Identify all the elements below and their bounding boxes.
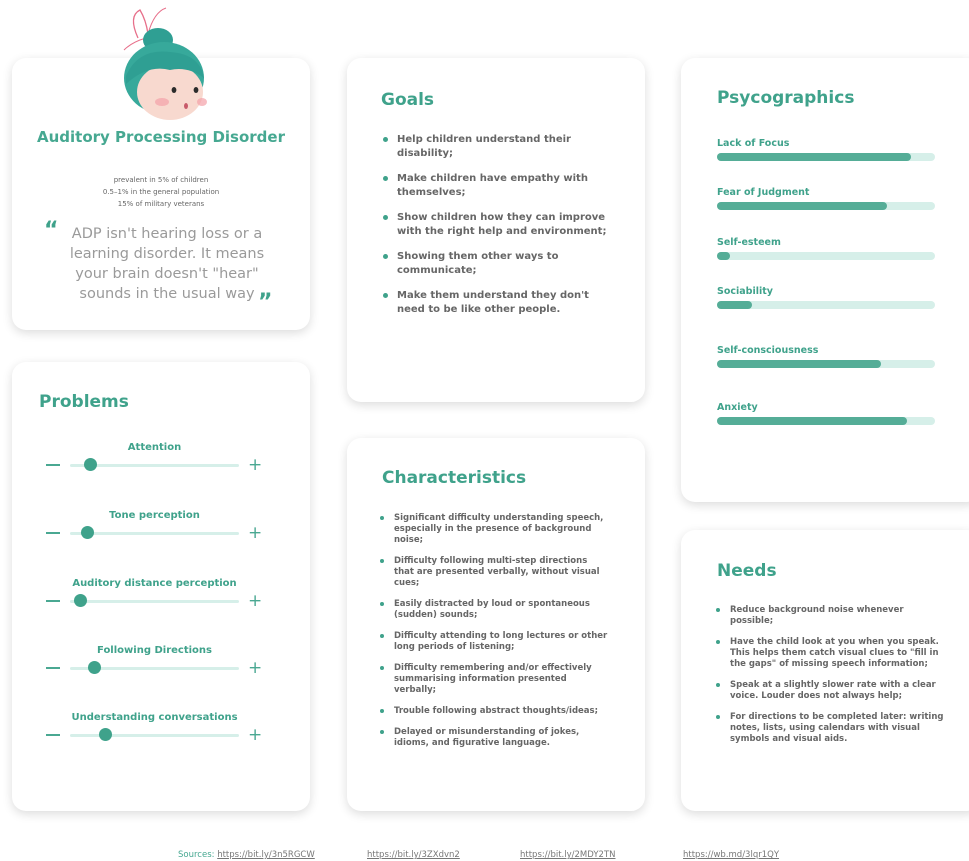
slider-label: Understanding conversations (71, 712, 238, 723)
slider-knob[interactable] (99, 728, 113, 741)
problem-slider[interactable]: Auditory distance perception + (42, 578, 262, 628)
psycographic-bar: Self-esteem (717, 237, 935, 260)
slider-label: Auditory distance perception (72, 578, 237, 589)
plus-icon[interactable]: + (248, 525, 262, 542)
source-link-4[interactable]: https://wb.md/3lqr1QY (683, 850, 779, 860)
problems-card: Problems Attention + Tone perception + Audit… (12, 362, 310, 811)
minus-icon[interactable] (46, 532, 60, 534)
source-link-3[interactable]: https://bit.ly/2MDY2TN (520, 850, 616, 860)
characteristic-item: Trouble following abstract thoughts/idea… (380, 706, 610, 717)
slider-label: Tone perception (109, 510, 200, 521)
bar-fill (717, 153, 912, 161)
needs-title: Needs (717, 561, 777, 581)
plus-icon[interactable]: + (248, 660, 262, 677)
characteristics-card: Characteristics Significant difficulty u… (347, 438, 645, 811)
bar-label: Anxiety (717, 402, 758, 413)
profile-stats: prevalent in 5% of children 0.5–1% in th… (12, 174, 310, 210)
bar-fill (717, 252, 731, 260)
slider-track[interactable] (70, 532, 239, 535)
minus-icon[interactable] (46, 734, 60, 736)
bar-track (717, 301, 935, 309)
bar-label: Fear of Judgment (717, 187, 810, 198)
characteristic-item: Difficulty following multi-step directio… (380, 556, 610, 589)
problem-slider[interactable]: Following Directions + (42, 645, 262, 695)
psycographic-bar: Fear of Judgment (717, 187, 935, 210)
problem-slider[interactable]: Tone perception + (42, 510, 262, 560)
bar-fill (717, 360, 881, 368)
source-link-1[interactable]: https://bit.ly/3n5RGCW (217, 850, 315, 860)
need-item: Speak at a slightly slower rate with a c… (716, 680, 946, 702)
minus-icon[interactable] (46, 600, 60, 602)
bar-track (717, 153, 935, 161)
characteristic-item: Significant difficulty understanding spe… (380, 513, 610, 546)
girl-avatar-icon (123, 7, 207, 120)
source-link-2[interactable]: https://bit.ly/3ZXdvn2 (367, 850, 460, 860)
slider-knob[interactable] (80, 526, 94, 539)
bar-fill (717, 202, 888, 210)
needs-list: Reduce background noise whenever possibl… (716, 605, 946, 755)
goal-item: Make children have empathy with themselv… (383, 172, 613, 200)
characteristic-item: Difficulty attending to long lectures or… (380, 631, 610, 653)
needs-card: Needs Reduce background noise whenever p… (681, 530, 969, 811)
bar-track (717, 202, 935, 210)
need-item: Have the child look at you when you spea… (716, 637, 946, 670)
stat-population: 0.5–1% in the general population (102, 188, 220, 196)
psycographic-bar: Anxiety (717, 402, 935, 425)
plus-icon[interactable]: + (248, 727, 262, 744)
slider-label: Following Directions (97, 645, 212, 656)
bar-track (717, 417, 935, 425)
minus-icon[interactable] (46, 464, 60, 466)
bar-label: Sociability (717, 286, 773, 297)
bar-label: Lack of Focus (717, 138, 790, 149)
slider-knob[interactable] (84, 458, 98, 471)
plus-icon[interactable]: + (248, 457, 262, 474)
bar-fill (717, 417, 907, 425)
bar-label: Self-esteem (717, 237, 781, 248)
slider-track[interactable] (70, 600, 239, 603)
close-quote-icon: ” (258, 290, 273, 315)
slider-label: Attention (127, 442, 182, 453)
need-item: For directions to be completed later: wr… (716, 712, 946, 745)
bar-track (717, 252, 935, 260)
characteristics-list: Significant difficulty understanding spe… (380, 513, 610, 759)
slider-track[interactable] (70, 734, 239, 737)
sources-label: Sources: (178, 850, 215, 860)
goal-item: Showing them other ways to communicate; (383, 250, 613, 278)
profile-quote: ADP isn't hearing loss or a learning dis… (69, 226, 265, 302)
characteristic-item: Easily distracted by loud or spontaneous… (380, 599, 610, 621)
need-item: Reduce background noise whenever possibl… (716, 605, 946, 627)
sources-footer: Sources: https://bit.ly/3n5RGCW (178, 850, 315, 860)
goals-card: Goals Help children understand their dis… (347, 58, 645, 402)
psycographics-card: Psycographics Lack of Focus Fear of Judgm… (681, 58, 969, 502)
psycographic-bar: Lack of Focus (717, 138, 935, 161)
problem-slider[interactable]: Attention + (42, 442, 262, 492)
characteristic-item: Delayed or misunderstanding of jokes, id… (380, 727, 610, 749)
slider-knob[interactable] (87, 661, 101, 674)
goal-item: Help children understand their disabilit… (383, 133, 613, 161)
profile-title: Auditory Processing Disorder (37, 128, 285, 146)
bar-track (717, 360, 935, 368)
psycographic-bar: Sociability (717, 286, 935, 309)
stat-children: prevalent in 5% of children (113, 176, 209, 184)
bar-label: Self-consciousness (717, 345, 819, 356)
psycographic-bar: Self-consciousness (717, 345, 935, 368)
profile-card: Auditory Processing Disorder prevalent i… (12, 7, 310, 330)
problems-title: Problems (39, 392, 129, 412)
psycographics-title: Psycographics (717, 88, 855, 108)
bar-fill (717, 301, 752, 309)
characteristics-title: Characteristics (382, 468, 527, 488)
goals-list: Help children understand their disabilit… (383, 133, 613, 328)
stat-veterans: 15% of military veterans (117, 200, 205, 208)
goals-title: Goals (381, 90, 435, 110)
open-quote-icon: “ (44, 218, 59, 243)
minus-icon[interactable] (46, 667, 60, 669)
goal-item: Make them understand they don't need to … (383, 289, 613, 317)
slider-knob[interactable] (74, 594, 88, 607)
problem-slider[interactable]: Understanding conversations + (42, 712, 262, 762)
goal-item: Show children how they can improve with … (383, 211, 613, 239)
characteristic-item: Difficulty remembering and/or effectivel… (380, 663, 610, 696)
plus-icon[interactable]: + (248, 593, 262, 610)
